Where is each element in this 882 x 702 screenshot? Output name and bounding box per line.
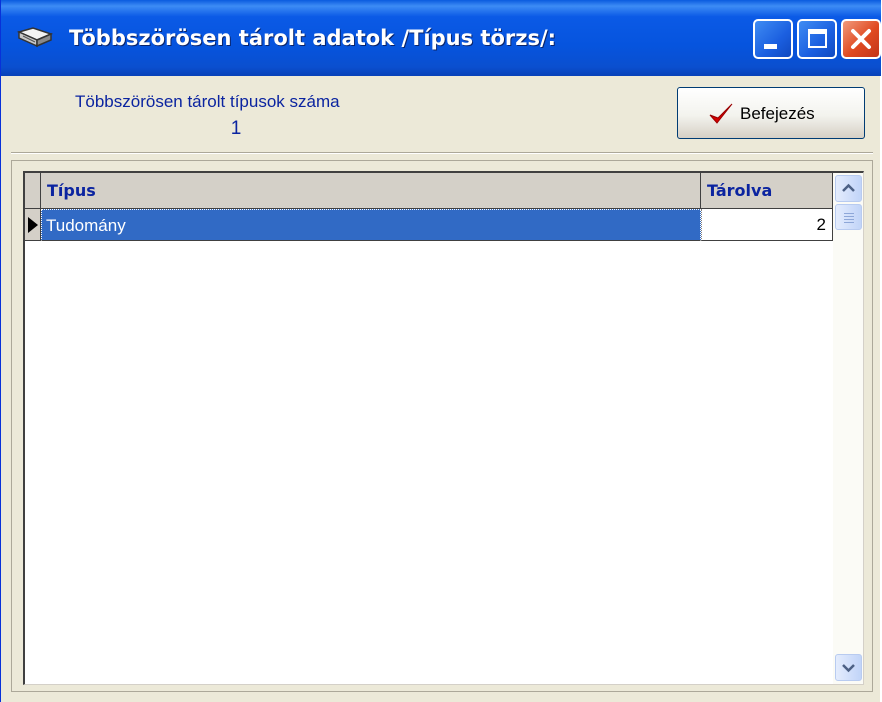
checkmark-icon [709, 103, 733, 124]
column-header-tarolva[interactable]: Tárolva [701, 173, 833, 209]
tarolva-cell-value: 2 [816, 215, 826, 234]
tipus-cell-value: Tudomány [46, 216, 126, 235]
column-header-tipus[interactable]: Típus [41, 173, 701, 209]
column-header-tipus-label: Típus [47, 181, 96, 200]
scroll-down-button[interactable] [835, 654, 862, 681]
grip-line [844, 213, 854, 214]
chevron-up-icon [842, 183, 855, 192]
close-icon [851, 29, 871, 49]
finish-button[interactable]: Befejezés [677, 87, 865, 139]
finish-button-label: Befejezés [740, 104, 815, 123]
row-indicator[interactable] [25, 209, 41, 241]
vertical-scrollbar[interactable] [833, 173, 863, 684]
maximize-button[interactable] [797, 19, 837, 59]
minimize-icon [764, 44, 777, 49]
scroll-up-button[interactable] [835, 175, 862, 202]
chevron-down-icon [842, 664, 855, 673]
separator [11, 152, 873, 154]
close-button[interactable] [841, 19, 881, 59]
maximize-icon [808, 29, 827, 48]
table-row-tipus-cell[interactable]: Tudomány [41, 209, 701, 241]
current-row-arrow-icon [28, 217, 38, 233]
table-row-tarolva-cell[interactable]: 2 [701, 209, 833, 241]
duplicate-types-label: Többszörösen tárolt típusok száma [75, 92, 340, 111]
minimize-button[interactable] [753, 19, 793, 59]
duplicate-types-count: 1 [230, 118, 242, 139]
window-title: Többszörösen tárolt adatok /Típus törzs/… [69, 26, 557, 50]
grip-line [844, 216, 854, 217]
grip-line [844, 222, 854, 223]
main-window: Többszörösen tárolt adatok /Típus törzs/… [0, 0, 881, 702]
book-icon [16, 27, 54, 48]
row-indicator-header [25, 173, 41, 209]
grip-line [844, 219, 854, 220]
title-bar[interactable]: Többszörösen tárolt adatok /Típus törzs/… [1, 0, 881, 76]
types-grid[interactable]: Típus Tárolva Tudomány 2 [23, 171, 864, 685]
column-header-tarolva-label: Tárolva [707, 181, 773, 200]
scroll-thumb[interactable] [835, 204, 862, 230]
